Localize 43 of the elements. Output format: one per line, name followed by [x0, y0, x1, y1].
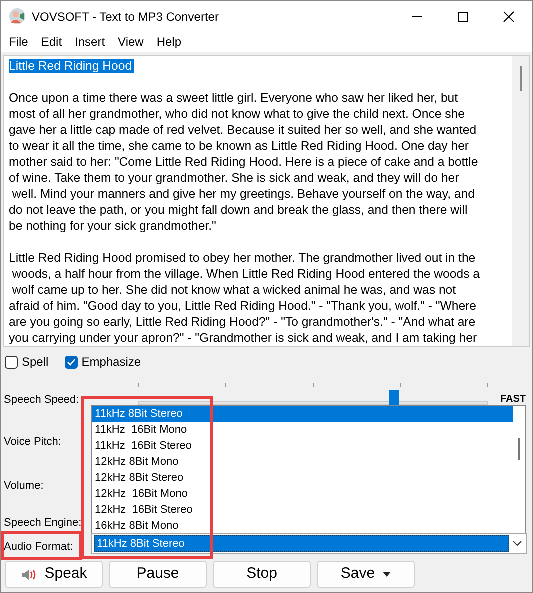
text-editor[interactable]: [3, 55, 530, 347]
format-option[interactable]: 11kHz 16Bit Stereo: [92, 438, 513, 454]
menu-item[interactable]: Edit: [41, 33, 62, 51]
paragraph: Little Red Riding Hood promised to obey her mother. The grandmother lived out in the woods, a half hour from the village. When Little Red Riding Hood entered the woods a wolf came up to her. She did not know what a wicked animal he was, and was not afraid of him. "Good day to you, Little Red Riding Hood." - "Thank you, wolf." - "Where are you going so early, Little Red Riding Hood?" - "To grandmother's." - "And what are you carrying under your apron?" - "Grandmother is sick and weak, and I am taking her: [9, 250, 481, 346]
format-option[interactable]: 11kHz 16Bit Mono: [92, 422, 513, 438]
setting-label: Volume:: [4, 479, 44, 494]
menu-item[interactable]: File: [9, 33, 28, 51]
checkbox[interactable]: [64, 356, 78, 368]
menu-item[interactable]: View: [118, 33, 144, 51]
format-option[interactable]: 12kHz 8Bit Stereo: [92, 470, 513, 486]
caret-icon: [383, 572, 392, 577]
save-split-button[interactable]: Save: [317, 561, 415, 588]
window-title: VOVSOFT - Text to MP3 Converter: [32, 8, 219, 26]
setting-label: Audio Format:: [4, 540, 74, 554]
slider-max-label: FAST: [500, 393, 526, 407]
speaker-icon: [20, 568, 37, 582]
format-option[interactable]: 11kHz 8Bit Stereo: [92, 406, 513, 422]
maximize-icon[interactable]: [457, 10, 469, 22]
menu-item[interactable]: Help: [156, 33, 182, 51]
setting-label: Speech Speed:: [4, 393, 80, 408]
slider-thumb[interactable]: [388, 390, 399, 406]
checkbox-label: Emphasize: [82, 354, 142, 371]
format-option[interactable]: 12kHz 16Bit Mono: [92, 486, 513, 502]
selected-text: Little Red Riding Hood: [9, 59, 134, 73]
format-option[interactable]: 16kHz 8Bit Mono: [92, 518, 513, 534]
chevron-down-icon: [513, 540, 522, 546]
format-option[interactable]: 12kHz 8Bit Mono: [92, 454, 513, 470]
setting-label: Voice Pitch:: [4, 434, 62, 450]
format-option[interactable]: 12kHz 16Bit Stereo: [92, 502, 513, 518]
setting-label: Speech Engine:: [4, 516, 82, 530]
scrollbar[interactable]: [512, 56, 529, 346]
close-icon[interactable]: [503, 10, 515, 22]
app-icon: [9, 8, 26, 25]
action-button[interactable]: Stop: [213, 561, 311, 588]
paragraph: Once upon a time there was a sweet little girl. Everyone who saw her liked her, but most of all her grandmother, who did not know what to give the child next. Once she gave her a little cap made of red velvet. Because it suited her so well, and she wanted to wear it all the time, she came to be known as Little Red Riding Hood. One day her mother said to her: "Come Little Red Riding Hood. Here is a piece of cake and a bottle of wine. Take them to your grandmother. She is sick and weak, and they will do her well. Mind your manners and give her my greetings. Behave yourself on the way, and do not leave the path, or you might fall down and break the glass, and then there will be nothing for your sick grandmother.": [9, 90, 480, 234]
speed-slider[interactable]: [138, 383, 488, 407]
checkbox[interactable]: [5, 356, 18, 368]
action-button[interactable]: Pause: [109, 561, 207, 588]
menu-item[interactable]: Insert: [75, 33, 106, 51]
checkbox-label: Spell: [22, 354, 49, 371]
action-button[interactable]: Speak: [5, 561, 103, 588]
selected-format: 11kHz 8Bit Stereo: [94, 535, 509, 552]
audio-format-select[interactable]: 11kHz 8Bit Stereo: [91, 533, 527, 554]
